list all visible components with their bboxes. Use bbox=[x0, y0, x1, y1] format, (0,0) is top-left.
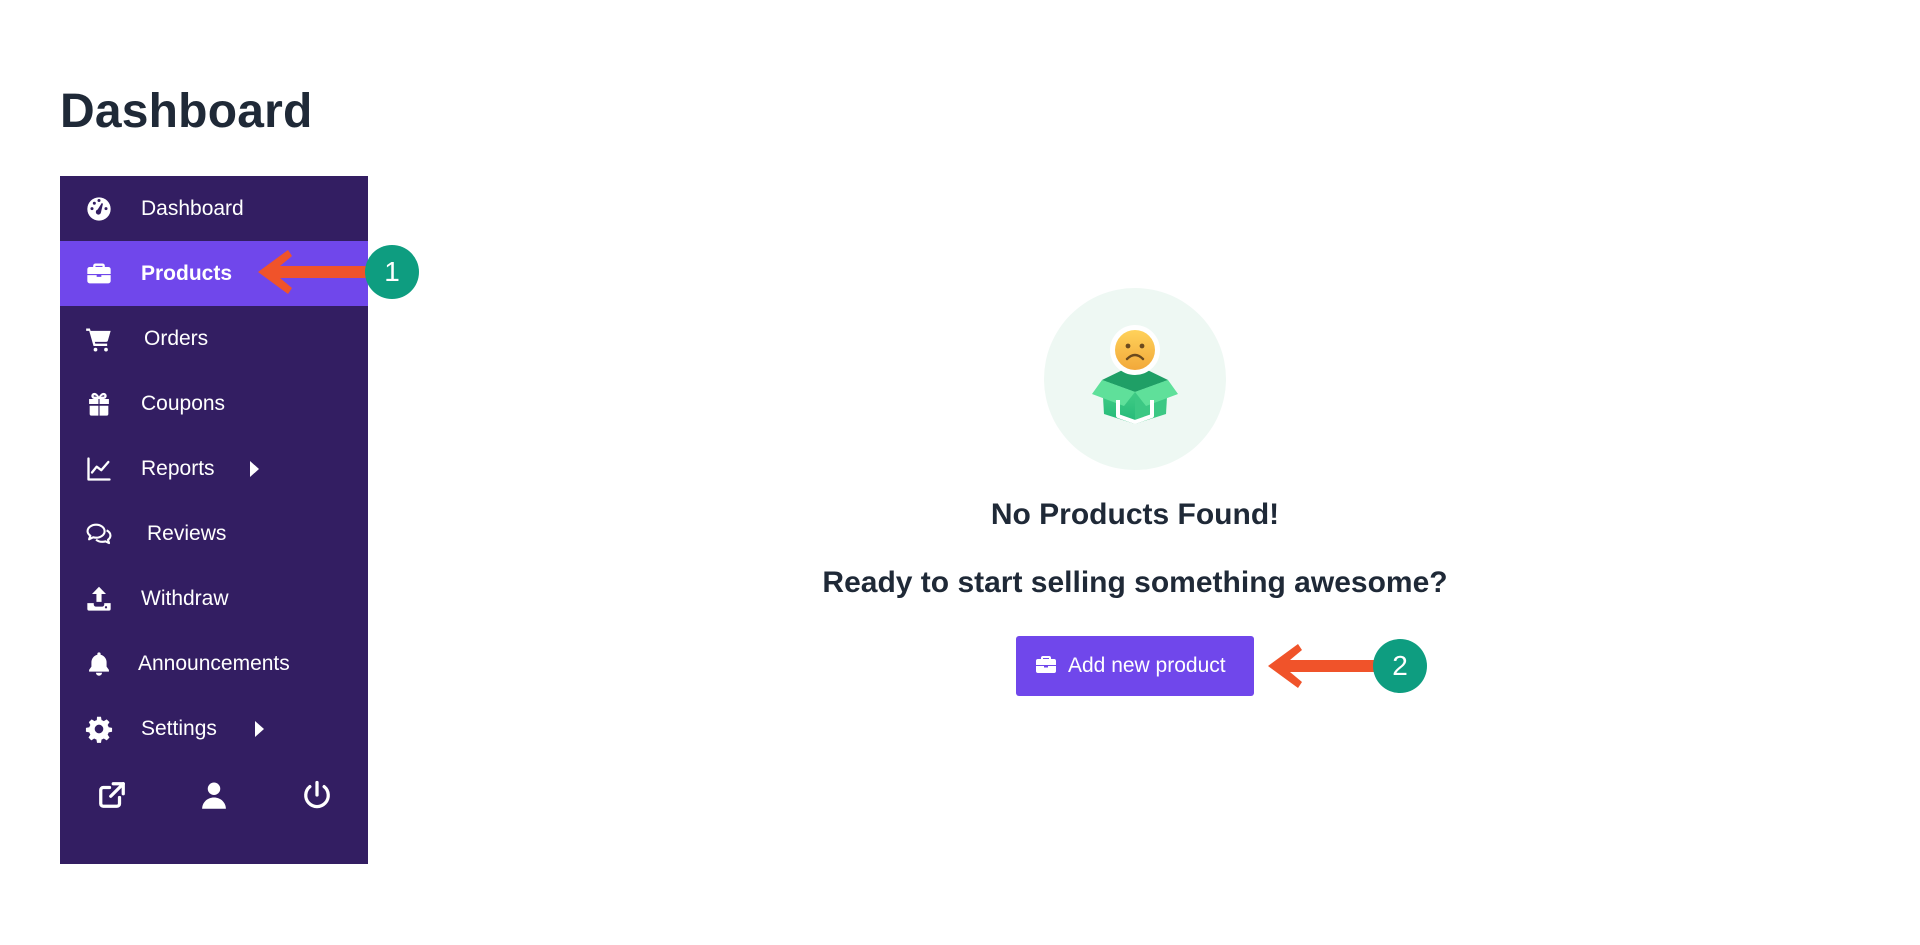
sidebar-item-withdraw[interactable]: Withdraw bbox=[60, 566, 368, 631]
sidebar-item-reports[interactable]: Reports bbox=[60, 436, 368, 501]
empty-state-subtitle: Ready to start selling something awesome… bbox=[822, 566, 1448, 599]
user-icon[interactable] bbox=[197, 778, 231, 812]
tachometer-icon bbox=[85, 195, 113, 223]
add-new-product-button[interactable]: Add new product bbox=[1016, 636, 1254, 696]
sidebar-footer bbox=[60, 770, 368, 820]
sidebar-item-label: Orders bbox=[144, 326, 209, 350]
external-link-icon[interactable] bbox=[95, 778, 129, 812]
sidebar-item-announcements[interactable]: Announcements bbox=[60, 631, 368, 696]
empty-state-title: No Products Found! bbox=[990, 498, 1280, 531]
briefcase-icon bbox=[1034, 653, 1058, 677]
sidebar-item-label: Products bbox=[141, 261, 233, 285]
cart-icon bbox=[85, 325, 113, 353]
sidebar-item-label: Coupons bbox=[141, 391, 226, 415]
briefcase-icon bbox=[85, 260, 113, 288]
sidebar-item-label: Announcements bbox=[138, 651, 290, 675]
step-badge-2: 2 bbox=[1373, 639, 1427, 693]
line-chart-icon bbox=[85, 455, 113, 483]
bell-icon bbox=[85, 650, 113, 678]
power-icon[interactable] bbox=[300, 778, 334, 812]
page-title: Dashboard bbox=[60, 85, 313, 138]
sidebar-item-label: Reviews bbox=[147, 521, 227, 545]
step-badge-1: 1 bbox=[365, 245, 419, 299]
sidebar-item-coupons[interactable]: Coupons bbox=[60, 371, 368, 436]
comments-icon bbox=[85, 520, 113, 548]
sidebar-item-label: Reports bbox=[141, 456, 215, 480]
vendor-sidebar: Dashboard Products Orders Coupons Report… bbox=[60, 176, 368, 864]
chevron-right-icon bbox=[255, 720, 264, 737]
sidebar-item-settings[interactable]: Settings bbox=[60, 696, 368, 761]
upload-icon bbox=[85, 585, 113, 613]
sidebar-item-label: Dashboard bbox=[141, 196, 244, 220]
add-new-product-label: Add new product bbox=[1068, 654, 1226, 677]
gear-icon bbox=[85, 715, 113, 743]
empty-box-sad-face-icon bbox=[1044, 288, 1226, 470]
chevron-right-icon bbox=[250, 460, 259, 477]
sidebar-item-reviews[interactable]: Reviews bbox=[60, 501, 368, 566]
sidebar-item-orders[interactable]: Orders bbox=[60, 306, 368, 371]
sidebar-item-products[interactable]: Products bbox=[60, 241, 368, 306]
gift-icon bbox=[85, 390, 113, 418]
sidebar-item-label: Withdraw bbox=[141, 586, 229, 610]
sidebar-item-dashboard[interactable]: Dashboard bbox=[60, 176, 368, 241]
sidebar-item-label: Settings bbox=[141, 716, 217, 740]
